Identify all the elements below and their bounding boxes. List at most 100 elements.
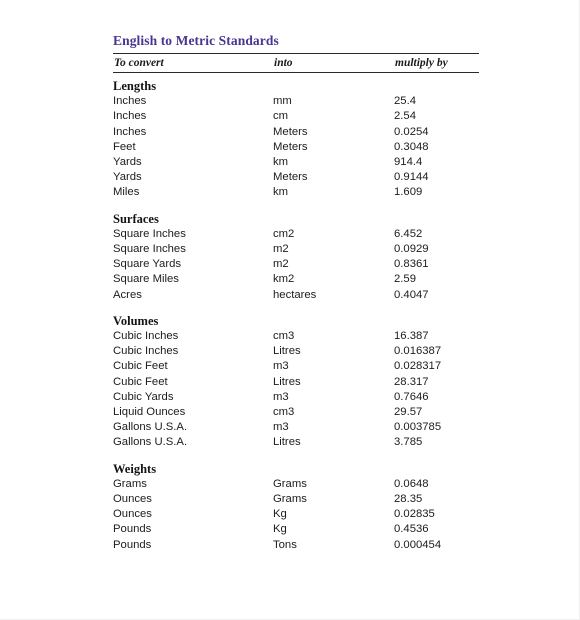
- cell-to-unit: Meters: [273, 140, 308, 153]
- cell-from-unit: Acres: [113, 288, 142, 301]
- cell-to-unit: Tons: [273, 538, 297, 551]
- table-row: Cubic Inches Litres 0.016387: [113, 344, 479, 359]
- table-row: Cubic Feet m3 0.028317: [113, 359, 479, 374]
- cell-to-unit: Litres: [273, 345, 301, 358]
- table-row: Yards km 914.4: [113, 155, 479, 170]
- cell-from-unit: Cubic Yards: [113, 390, 174, 403]
- cell-multiply-factor: 2.54: [394, 110, 416, 123]
- cell-multiply-factor: 0.0929: [394, 243, 429, 256]
- table-row: Square Yards m2 0.8361: [113, 257, 479, 272]
- cell-to-unit: hectares: [273, 288, 317, 301]
- cell-multiply-factor: 0.000454: [394, 538, 442, 551]
- page-title: English to Metric Standards: [113, 33, 279, 48]
- table-row: Acres hectares 0.4047: [113, 288, 479, 303]
- cell-to-unit: Meters: [273, 125, 308, 138]
- cell-multiply-factor: 0.4047: [394, 288, 429, 301]
- section-title: Weights: [113, 461, 157, 476]
- cell-to-unit: Grams: [273, 493, 307, 506]
- table-row: Gallons U.S.A. m3 0.003785: [113, 420, 479, 435]
- table-body: Lengths Inches mm 25.4 Inches cm 2.54 Inches Met…: [113, 79, 479, 553]
- cell-to-unit: Grams: [273, 477, 307, 490]
- table-row: Square Miles km2 2.59: [113, 272, 479, 287]
- table-section: Weights Grams Grams 0.0648 Ounces Grams 28.35 O…: [113, 462, 479, 553]
- cell-from-unit: Grams: [113, 477, 147, 490]
- cell-to-unit: m2: [273, 258, 289, 271]
- table-row: Ounces Grams 28.35: [113, 492, 479, 507]
- cell-multiply-factor: 0.0648: [394, 477, 429, 490]
- cell-multiply-factor: 25.4: [394, 95, 416, 108]
- cell-from-unit: Cubic Feet: [113, 360, 168, 373]
- table-section: Surfaces Square Inches cm2 6.452 Square Inch…: [113, 212, 479, 303]
- cell-multiply-factor: 0.4536: [394, 523, 429, 536]
- table-row: Cubic Inches cm3 16.387: [113, 329, 479, 344]
- cell-multiply-factor: 0.016387: [394, 345, 442, 358]
- cell-to-unit: cm3: [273, 330, 295, 343]
- cell-multiply-factor: 16.387: [394, 330, 429, 343]
- cell-to-unit: m3: [273, 360, 289, 373]
- table-header-rule: [113, 72, 479, 73]
- cell-to-unit: m2: [273, 243, 289, 256]
- cell-from-unit: Liquid Ounces: [113, 406, 186, 419]
- cell-from-unit: Inches: [113, 125, 147, 138]
- cell-to-unit: m3: [273, 421, 289, 434]
- cell-to-unit: cm2: [273, 227, 295, 240]
- cell-multiply-factor: 0.9144: [394, 171, 429, 184]
- table-row: Square Inches m2 0.0929: [113, 242, 479, 257]
- cell-to-unit: Kg: [273, 523, 287, 536]
- table-row: Inches cm 2.54: [113, 109, 479, 124]
- cell-multiply-factor: 0.3048: [394, 140, 429, 153]
- cell-from-unit: Square Yards: [113, 258, 182, 271]
- section-title: Surfaces: [113, 211, 159, 226]
- table-section: Volumes Cubic Inches cm3 16.387 Cubic Inches…: [113, 314, 479, 451]
- cell-multiply-factor: 0.02835: [394, 508, 435, 521]
- cell-from-unit: Feet: [113, 140, 136, 153]
- cell-from-unit: Ounces: [113, 508, 152, 521]
- cell-from-unit: Inches: [113, 110, 147, 123]
- cell-multiply-factor: 28.35: [394, 493, 423, 506]
- table-section: Lengths Inches mm 25.4 Inches cm 2.54 Inches Met…: [113, 79, 479, 201]
- table-row: Cubic Feet Litres 28.317: [113, 375, 479, 390]
- table-row: Miles km 1.609: [113, 185, 479, 200]
- cell-multiply-factor: 6.452: [394, 227, 423, 240]
- cell-from-unit: Cubic Feet: [113, 375, 168, 388]
- cell-to-unit: Litres: [273, 436, 301, 449]
- section-title: Volumes: [113, 313, 159, 328]
- cell-multiply-factor: 0.7646: [394, 390, 429, 403]
- cell-to-unit: km: [273, 156, 289, 169]
- cell-from-unit: Ounces: [113, 493, 152, 506]
- cell-from-unit: Pounds: [113, 538, 152, 551]
- cell-to-unit: km2: [273, 273, 295, 286]
- table-row: Pounds Kg 0.4536: [113, 522, 479, 537]
- table-row: Pounds Tons 0.000454: [113, 538, 479, 553]
- cell-to-unit: Litres: [273, 375, 301, 388]
- cell-from-unit: Pounds: [113, 523, 152, 536]
- table-row: Gallons U.S.A. Litres 3.785: [113, 435, 479, 450]
- cell-multiply-factor: 1.609: [394, 186, 423, 199]
- cell-multiply-factor: 0.028317: [394, 360, 442, 373]
- page-canvas: English to Metric Standards To convert i…: [0, 0, 580, 620]
- cell-from-unit: Square Inches: [113, 227, 186, 240]
- cell-from-unit: Gallons U.S.A.: [113, 421, 188, 434]
- table-row: Inches mm 25.4: [113, 94, 479, 109]
- column-header-multiply-by: multiply by: [395, 57, 448, 69]
- cell-to-unit: mm: [273, 95, 292, 108]
- cell-to-unit: m3: [273, 390, 289, 403]
- cell-multiply-factor: 0.8361: [394, 258, 429, 271]
- cell-multiply-factor: 29.57: [394, 406, 423, 419]
- cell-multiply-factor: 0.0254: [394, 125, 429, 138]
- table-row: Ounces Kg 0.02835: [113, 507, 479, 522]
- column-header-into: into: [274, 57, 293, 69]
- cell-from-unit: Square Miles: [113, 273, 179, 286]
- cell-from-unit: Cubic Inches: [113, 330, 179, 343]
- cell-from-unit: Square Inches: [113, 243, 186, 256]
- table-row: Inches Meters 0.0254: [113, 125, 479, 140]
- table-header-row: To convert into multiply by: [113, 54, 479, 72]
- cell-multiply-factor: 914.4: [394, 156, 423, 169]
- table-row: Yards Meters 0.9144: [113, 170, 479, 185]
- cell-from-unit: Yards: [113, 156, 142, 169]
- table-row: Grams Grams 0.0648: [113, 477, 479, 492]
- cell-from-unit: Inches: [113, 95, 147, 108]
- cell-from-unit: Yards: [113, 171, 142, 184]
- section-title: Lengths: [113, 79, 157, 93]
- table-row: Liquid Ounces cm3 29.57: [113, 405, 479, 420]
